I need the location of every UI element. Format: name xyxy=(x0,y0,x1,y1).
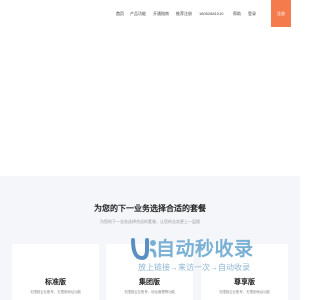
plan-name: 标准版 xyxy=(45,279,66,286)
nav-item-phone[interactable]: 18052681010 xyxy=(199,11,223,16)
nav-item-referral[interactable]: 推荐注册 xyxy=(176,11,192,16)
plan-desc: 无限制企业账号，无限制地址功能 xyxy=(30,290,81,294)
plan-name: 集团版 xyxy=(139,279,160,286)
watermark: 自动秒收录 放上链接→来访一次→自动收录 xyxy=(130,236,280,278)
watermark-tagline: 放上链接→来访一次→自动收录 xyxy=(138,263,250,272)
nav-item-home[interactable]: 首页 xyxy=(116,11,124,16)
plan-card-standard[interactable]: 标准版 无限制企业账号，无限制地址功能 xyxy=(12,244,99,300)
nav-item-guide[interactable]: 开通指南 xyxy=(153,11,169,16)
plan-name: 尊享版 xyxy=(234,279,255,286)
plan-desc: 无限制企业账号，地址管理等功能 xyxy=(124,290,175,294)
register-button[interactable]: 注册 xyxy=(271,0,291,27)
section-title: 为您的下一业务选择合适的套餐 xyxy=(94,204,206,213)
nav-item-features[interactable]: 产品功能 xyxy=(130,11,146,16)
section-subtitle: 为您的下一业务选择合适的套餐，让您的业务更上一层楼 xyxy=(100,219,200,224)
page: 首页 产品功能 开通指南 推荐注册 18052681010 帮助 登录 注册 为… xyxy=(0,0,300,300)
top-nav: 首页 产品功能 开通指南 推荐注册 18052681010 帮助 登录 注册 xyxy=(0,0,300,28)
nav-item-login[interactable]: 登录 xyxy=(248,11,256,16)
watermark-title: 自动秒收录 xyxy=(156,239,254,260)
nav-item-help[interactable]: 帮助 xyxy=(233,11,241,16)
plan-desc: 无限制企业账号，无限制地址功能 xyxy=(219,290,270,294)
